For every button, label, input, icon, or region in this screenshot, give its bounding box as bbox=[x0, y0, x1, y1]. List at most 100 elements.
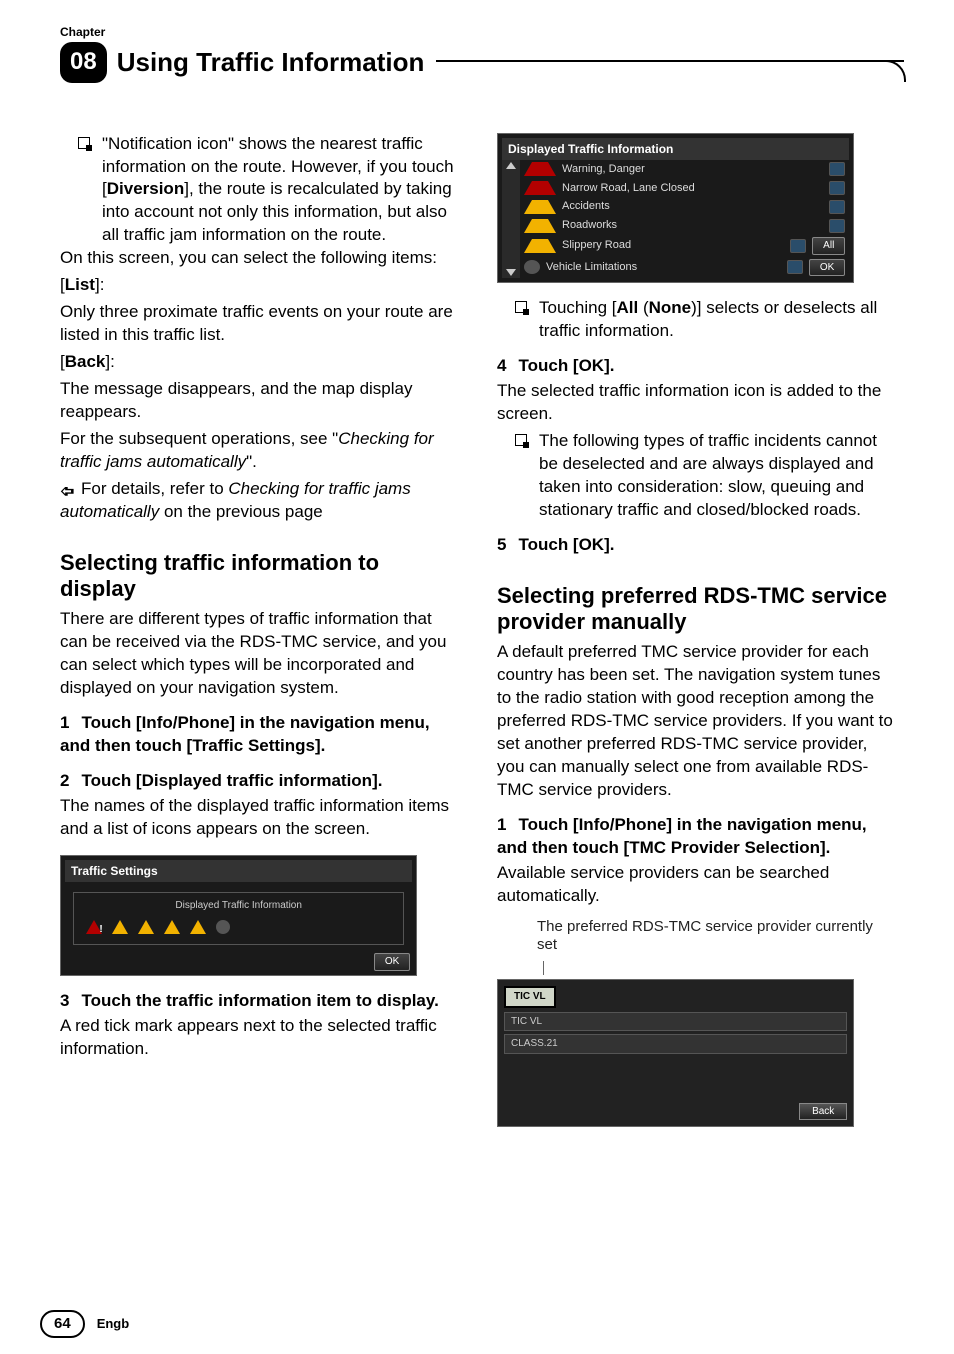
provider-intro: A default preferred TMC service provider… bbox=[497, 641, 894, 802]
fig2-row-label: Roadworks bbox=[562, 218, 829, 233]
fig3-row[interactable]: CLASS.21 bbox=[504, 1034, 847, 1054]
step-4-text: Touch [OK]. bbox=[518, 356, 614, 375]
step-1b-text: Touch [Info/Phone] in the navigation men… bbox=[497, 815, 867, 857]
heading-selecting-provider: Selecting preferred RDS-TMC service prov… bbox=[497, 583, 894, 636]
fig3-active-tab[interactable]: TIC VL bbox=[504, 986, 556, 1008]
step-5: 5Touch [OK]. bbox=[497, 534, 894, 557]
fig2-row-label: Warning, Danger bbox=[562, 162, 829, 177]
bullet-icon bbox=[515, 301, 527, 313]
callout-line bbox=[543, 961, 894, 975]
checkbox-icon[interactable] bbox=[790, 239, 806, 253]
step-4: 4Touch [OK]. bbox=[497, 355, 894, 378]
chapter-header: 08 Using Traffic Information bbox=[60, 42, 894, 82]
step-4-desc: The selected traffic information icon is… bbox=[497, 380, 894, 426]
step-1: 1Touch [Info/Phone] in the navigation me… bbox=[60, 712, 457, 758]
step-5-text: Touch [OK]. bbox=[518, 535, 614, 554]
chapter-title: Using Traffic Information bbox=[117, 45, 425, 80]
all-bold: All bbox=[617, 298, 639, 317]
checkbox-icon[interactable] bbox=[829, 219, 845, 233]
chapter-label: Chapter bbox=[60, 24, 894, 40]
left-column: "Notification icon" shows the nearest tr… bbox=[60, 133, 457, 1128]
figure-traffic-settings: Traffic Settings Displayed Traffic Infor… bbox=[60, 855, 417, 976]
figure-tmc-provider: TIC VL TIC VL CLASS.21 Back bbox=[497, 979, 854, 1127]
fig1-ok-button[interactable]: OK bbox=[374, 953, 410, 971]
fig2-title: Displayed Traffic Information bbox=[502, 138, 849, 160]
limitation-circle-icon bbox=[524, 260, 540, 274]
step-2: 2Touch [Displayed traffic information]. bbox=[60, 770, 457, 793]
step-1b-desc: Available service providers can be searc… bbox=[497, 862, 894, 908]
para-on-this-screen: On this screen, you can select the follo… bbox=[60, 247, 457, 270]
fig2-row[interactable]: Slippery Road All bbox=[520, 235, 849, 257]
checkbox-icon[interactable] bbox=[787, 260, 803, 274]
fig2-row[interactable]: Roadworks bbox=[520, 216, 849, 235]
text: The following types of traffic incidents… bbox=[539, 431, 877, 519]
fig3-row[interactable]: TIC VL bbox=[504, 1012, 847, 1032]
step-1b: 1Touch [Info/Phone] in the navigation me… bbox=[497, 814, 894, 860]
chapter-number-badge: 08 bbox=[60, 42, 107, 82]
warning-triangle-icon bbox=[524, 181, 556, 195]
text: For the subsequent operations, see " bbox=[60, 429, 338, 448]
scroll-up-icon[interactable] bbox=[506, 162, 516, 169]
step-3: 3Touch the traffic information item to d… bbox=[60, 990, 457, 1013]
fig2-ok-button[interactable]: OK bbox=[809, 259, 845, 277]
fig2-row-label: Narrow Road, Lane Closed bbox=[562, 181, 829, 196]
language-code: Engb bbox=[97, 1315, 130, 1333]
step-3-text: Touch the traffic information item to di… bbox=[81, 991, 438, 1010]
scroll-down-icon[interactable] bbox=[506, 269, 516, 276]
step-3-desc: A red tick mark appears next to the sele… bbox=[60, 1015, 457, 1061]
back-bold: Back bbox=[65, 352, 106, 371]
fig2-scrollbar[interactable] bbox=[502, 160, 520, 278]
page-number: 64 bbox=[40, 1310, 85, 1338]
fig2-row[interactable]: Vehicle Limitations OK bbox=[520, 257, 849, 279]
limitation-circle-icon bbox=[216, 920, 230, 934]
list-desc: Only three proximate traffic events on y… bbox=[60, 301, 457, 347]
list-bold: List bbox=[65, 275, 95, 294]
step-2-desc: The names of the displayed traffic infor… bbox=[60, 795, 457, 841]
bullet-icon bbox=[515, 434, 527, 446]
fig2-all-button[interactable]: All bbox=[812, 237, 845, 255]
warning-triangle-icon bbox=[164, 920, 180, 934]
fig2-row-label: Slippery Road bbox=[562, 238, 790, 253]
text: Touching [ bbox=[539, 298, 617, 317]
right-column: Displayed Traffic Information Warning, D… bbox=[497, 133, 894, 1128]
warning-triangle-icon: ! bbox=[86, 920, 102, 934]
ref-line: ➪ For details, refer to Checking for tra… bbox=[60, 478, 457, 524]
bullet-all-none: Touching [All (None)] selects or deselec… bbox=[497, 297, 894, 343]
warning-triangle-icon bbox=[190, 920, 206, 934]
figure-displayed-traffic-info: Displayed Traffic Information Warning, D… bbox=[497, 133, 854, 284]
warning-triangle-icon bbox=[524, 219, 556, 233]
warning-triangle-icon bbox=[524, 200, 556, 214]
select-intro: There are different types of traffic inf… bbox=[60, 608, 457, 700]
fig2-row-label: Vehicle Limitations bbox=[546, 260, 787, 275]
diversion-bold: Diversion bbox=[107, 179, 184, 198]
warning-triangle-icon bbox=[524, 162, 556, 176]
fig1-icon-row: ! bbox=[78, 914, 399, 940]
fig3-callout: The preferred RDS-TMC service provider c… bbox=[537, 918, 894, 956]
step-2-text: Touch [Displayed traffic information]. bbox=[81, 771, 382, 790]
fig2-row[interactable]: Accidents bbox=[520, 197, 849, 216]
fig2-row[interactable]: Warning, Danger bbox=[520, 160, 849, 179]
header-curve bbox=[884, 60, 906, 82]
fig3-back-button[interactable]: Back bbox=[799, 1103, 847, 1121]
text: For details, refer to bbox=[81, 479, 228, 498]
text: ". bbox=[246, 452, 257, 471]
fig1-inner-frame: Displayed Traffic Information ! bbox=[73, 892, 404, 946]
warning-triangle-icon bbox=[524, 239, 556, 253]
list-label-line: [List]: bbox=[60, 274, 457, 297]
back-label-line: [Back]: bbox=[60, 351, 457, 374]
bullet-cannot-deselect: The following types of traffic incidents… bbox=[497, 430, 894, 522]
step-1-text: Touch [Info/Phone] in the navigation men… bbox=[60, 713, 430, 755]
none-bold: None bbox=[649, 298, 692, 317]
bullet-notification-icon: "Notification icon" shows the nearest tr… bbox=[60, 133, 457, 248]
checkbox-icon[interactable] bbox=[829, 162, 845, 176]
checkbox-icon[interactable] bbox=[829, 200, 845, 214]
back-desc: The message disappears, and the map disp… bbox=[60, 378, 457, 424]
checkbox-icon[interactable] bbox=[829, 181, 845, 195]
fig2-row[interactable]: Narrow Road, Lane Closed bbox=[520, 179, 849, 198]
bullet-icon bbox=[78, 137, 90, 149]
fig2-row-label: Accidents bbox=[562, 199, 829, 214]
header-rule bbox=[436, 60, 904, 62]
heading-selecting-traffic-info: Selecting traffic information to display bbox=[60, 550, 457, 603]
warning-triangle-icon bbox=[112, 920, 128, 934]
fig1-title: Traffic Settings bbox=[65, 860, 412, 882]
